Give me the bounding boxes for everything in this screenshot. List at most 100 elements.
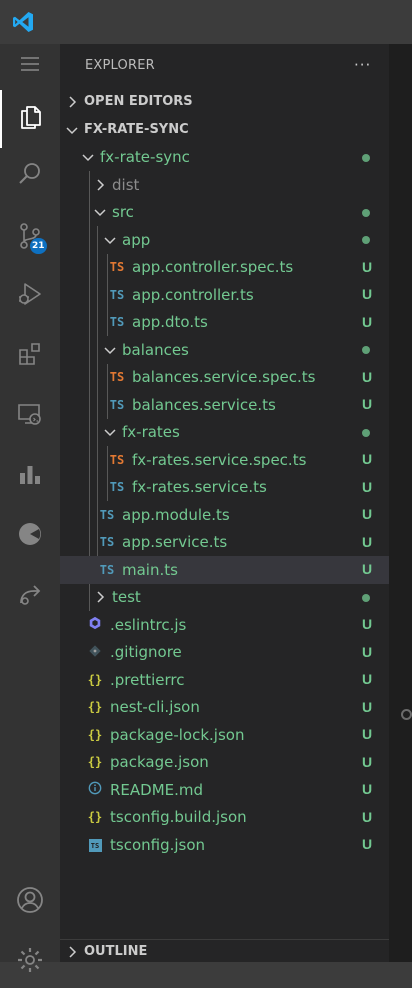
modified-dot-indicator [362,346,370,354]
outline-section[interactable]: OUTLINE [60,939,389,963]
tree-item-label: balances.service.spec.ts [132,368,316,387]
live-share-tab[interactable] [0,570,60,622]
tree-folder[interactable]: app [60,226,389,254]
tree-file[interactable]: TS balances.service.spec.ts U [60,364,389,392]
explorer-sidebar: EXPLORER ··· OPEN EDITORS FX-RATE-SYNC f… [60,44,389,962]
git-status-badge: U [362,561,373,577]
explorer-title: EXPLORER [85,58,155,73]
timer-tab[interactable] [0,510,60,562]
chevron-right-icon [92,589,108,605]
tree-item-label: test [112,588,141,607]
workspace-root[interactable]: FX-RATE-SYNC [60,116,389,144]
tsconfig-icon: TS [86,837,104,853]
tree-item-label: balances [122,340,189,359]
tree-folder[interactable]: test [60,584,389,612]
tree-file[interactable]: TS app.controller.ts U [60,281,389,309]
chevron-down-icon [102,232,118,248]
explorer-tab[interactable] [0,90,60,148]
tree-folder[interactable]: balances [60,336,389,364]
tree-file[interactable]: {} nest-cli.json U [60,694,389,722]
git-status-badge: U [362,753,373,770]
files-icon [16,102,46,136]
chevron-down-icon [102,424,118,440]
tree-item-label: fx-rate-sync [100,148,190,167]
tree-file[interactable]: TS app.module.ts U [60,501,389,529]
run-debug-icon [15,279,45,313]
tree-file[interactable]: TS app.service.ts U [60,529,389,557]
git-status-badge: U [362,533,373,550]
charts-tab[interactable] [0,450,60,502]
extensions-tab[interactable] [0,330,60,382]
chevron-right-icon [64,944,80,960]
tree-folder[interactable]: dist [60,171,389,199]
gear-icon [15,945,45,979]
account-icon [15,885,45,919]
tree-item-label: app.dto.ts [132,313,208,332]
chevron-down-icon [92,204,108,220]
tree-file[interactable]: TS fx-rates.service.ts U [60,474,389,502]
source-control-tab[interactable]: 21 [0,212,60,264]
accounts-tab[interactable] [0,876,60,928]
menu-button[interactable] [0,40,60,92]
open-editors-section[interactable]: OPEN EDITORS [60,88,389,116]
tree-item-label: package.json [110,753,209,772]
title-bar [0,0,412,44]
scm-count-badge: 21 [30,238,47,254]
modified-dot-indicator [362,208,370,217]
tree-file[interactable]: TS fx-rates.service.spec.ts U [60,446,389,474]
modified-dot-indicator [362,428,370,437]
git-status-badge: U [362,368,373,385]
tree-file[interactable]: TS balances.service.ts U [60,391,389,419]
tree-item-label: .eslintrc.js [110,615,187,634]
tree-file[interactable]: README.md U [60,776,389,804]
extensions-icon [15,339,45,373]
tree-item-label: fx-rates.service.ts [132,478,267,497]
git-status-badge: U [362,808,373,825]
git-status-badge: U [362,506,373,522]
tree-folder[interactable]: src [60,199,389,227]
tree-item-label: main.ts [122,560,178,579]
tree-file[interactable]: TS app.dto.ts U [60,309,389,337]
run-debug-tab[interactable] [0,270,60,322]
git-status-badge: U [362,451,373,467]
chevron-down-icon [80,149,96,165]
tree-item-label: app [122,230,151,249]
stopwatch-icon [15,519,45,553]
typescript-icon: TS [99,535,115,550]
typescript-icon: TS [109,287,125,302]
tree-file[interactable]: TS tsconfig.json U [60,831,389,859]
chevron-down-icon [102,342,118,358]
tree-file[interactable]: {} .prettierrc U [60,666,389,694]
tree-file[interactable]: .eslintrc.js U [60,611,389,639]
settings-tab[interactable] [0,936,60,988]
modified-dot-indicator [362,236,370,244]
tree-folder[interactable]: fx-rates [60,419,389,447]
tree-file[interactable]: TS app.controller.spec.ts U [60,254,389,282]
json-icon: {} [87,727,103,742]
tree-item-label: dist [112,175,140,194]
git-status-badge: U [362,643,373,660]
live-share-icon [15,579,45,613]
remote-explorer-tab[interactable] [0,390,60,442]
git-status-badge: U [362,478,373,495]
typescript-test-icon: TS [109,370,125,385]
tree-file[interactable]: {} package-lock.json U [60,721,389,749]
json-icon: {} [87,810,103,825]
git-status-badge: U [362,671,373,687]
git-status-badge: U [362,698,373,715]
tree-file[interactable]: TS main.ts U [60,556,389,584]
search-tab[interactable] [0,150,60,202]
open-editors-label: OPEN EDITORS [84,94,193,110]
tree-file[interactable]: .gitignore U [60,639,389,667]
modified-dot-indicator [362,593,370,602]
tree-item-label: .prettierrc [110,670,185,689]
more-actions-icon[interactable]: ··· [354,56,371,74]
tree-folder[interactable]: fx-rate-sync [60,144,389,172]
search-icon [15,159,45,193]
workspace-root-label: FX-RATE-SYNC [84,122,189,138]
tree-file[interactable]: {} tsconfig.build.json U [60,804,389,832]
git-status-badge: U [362,313,373,330]
git-icon [86,644,104,661]
chevron-right-icon [64,94,80,110]
tree-file[interactable]: {} package.json U [60,749,389,777]
